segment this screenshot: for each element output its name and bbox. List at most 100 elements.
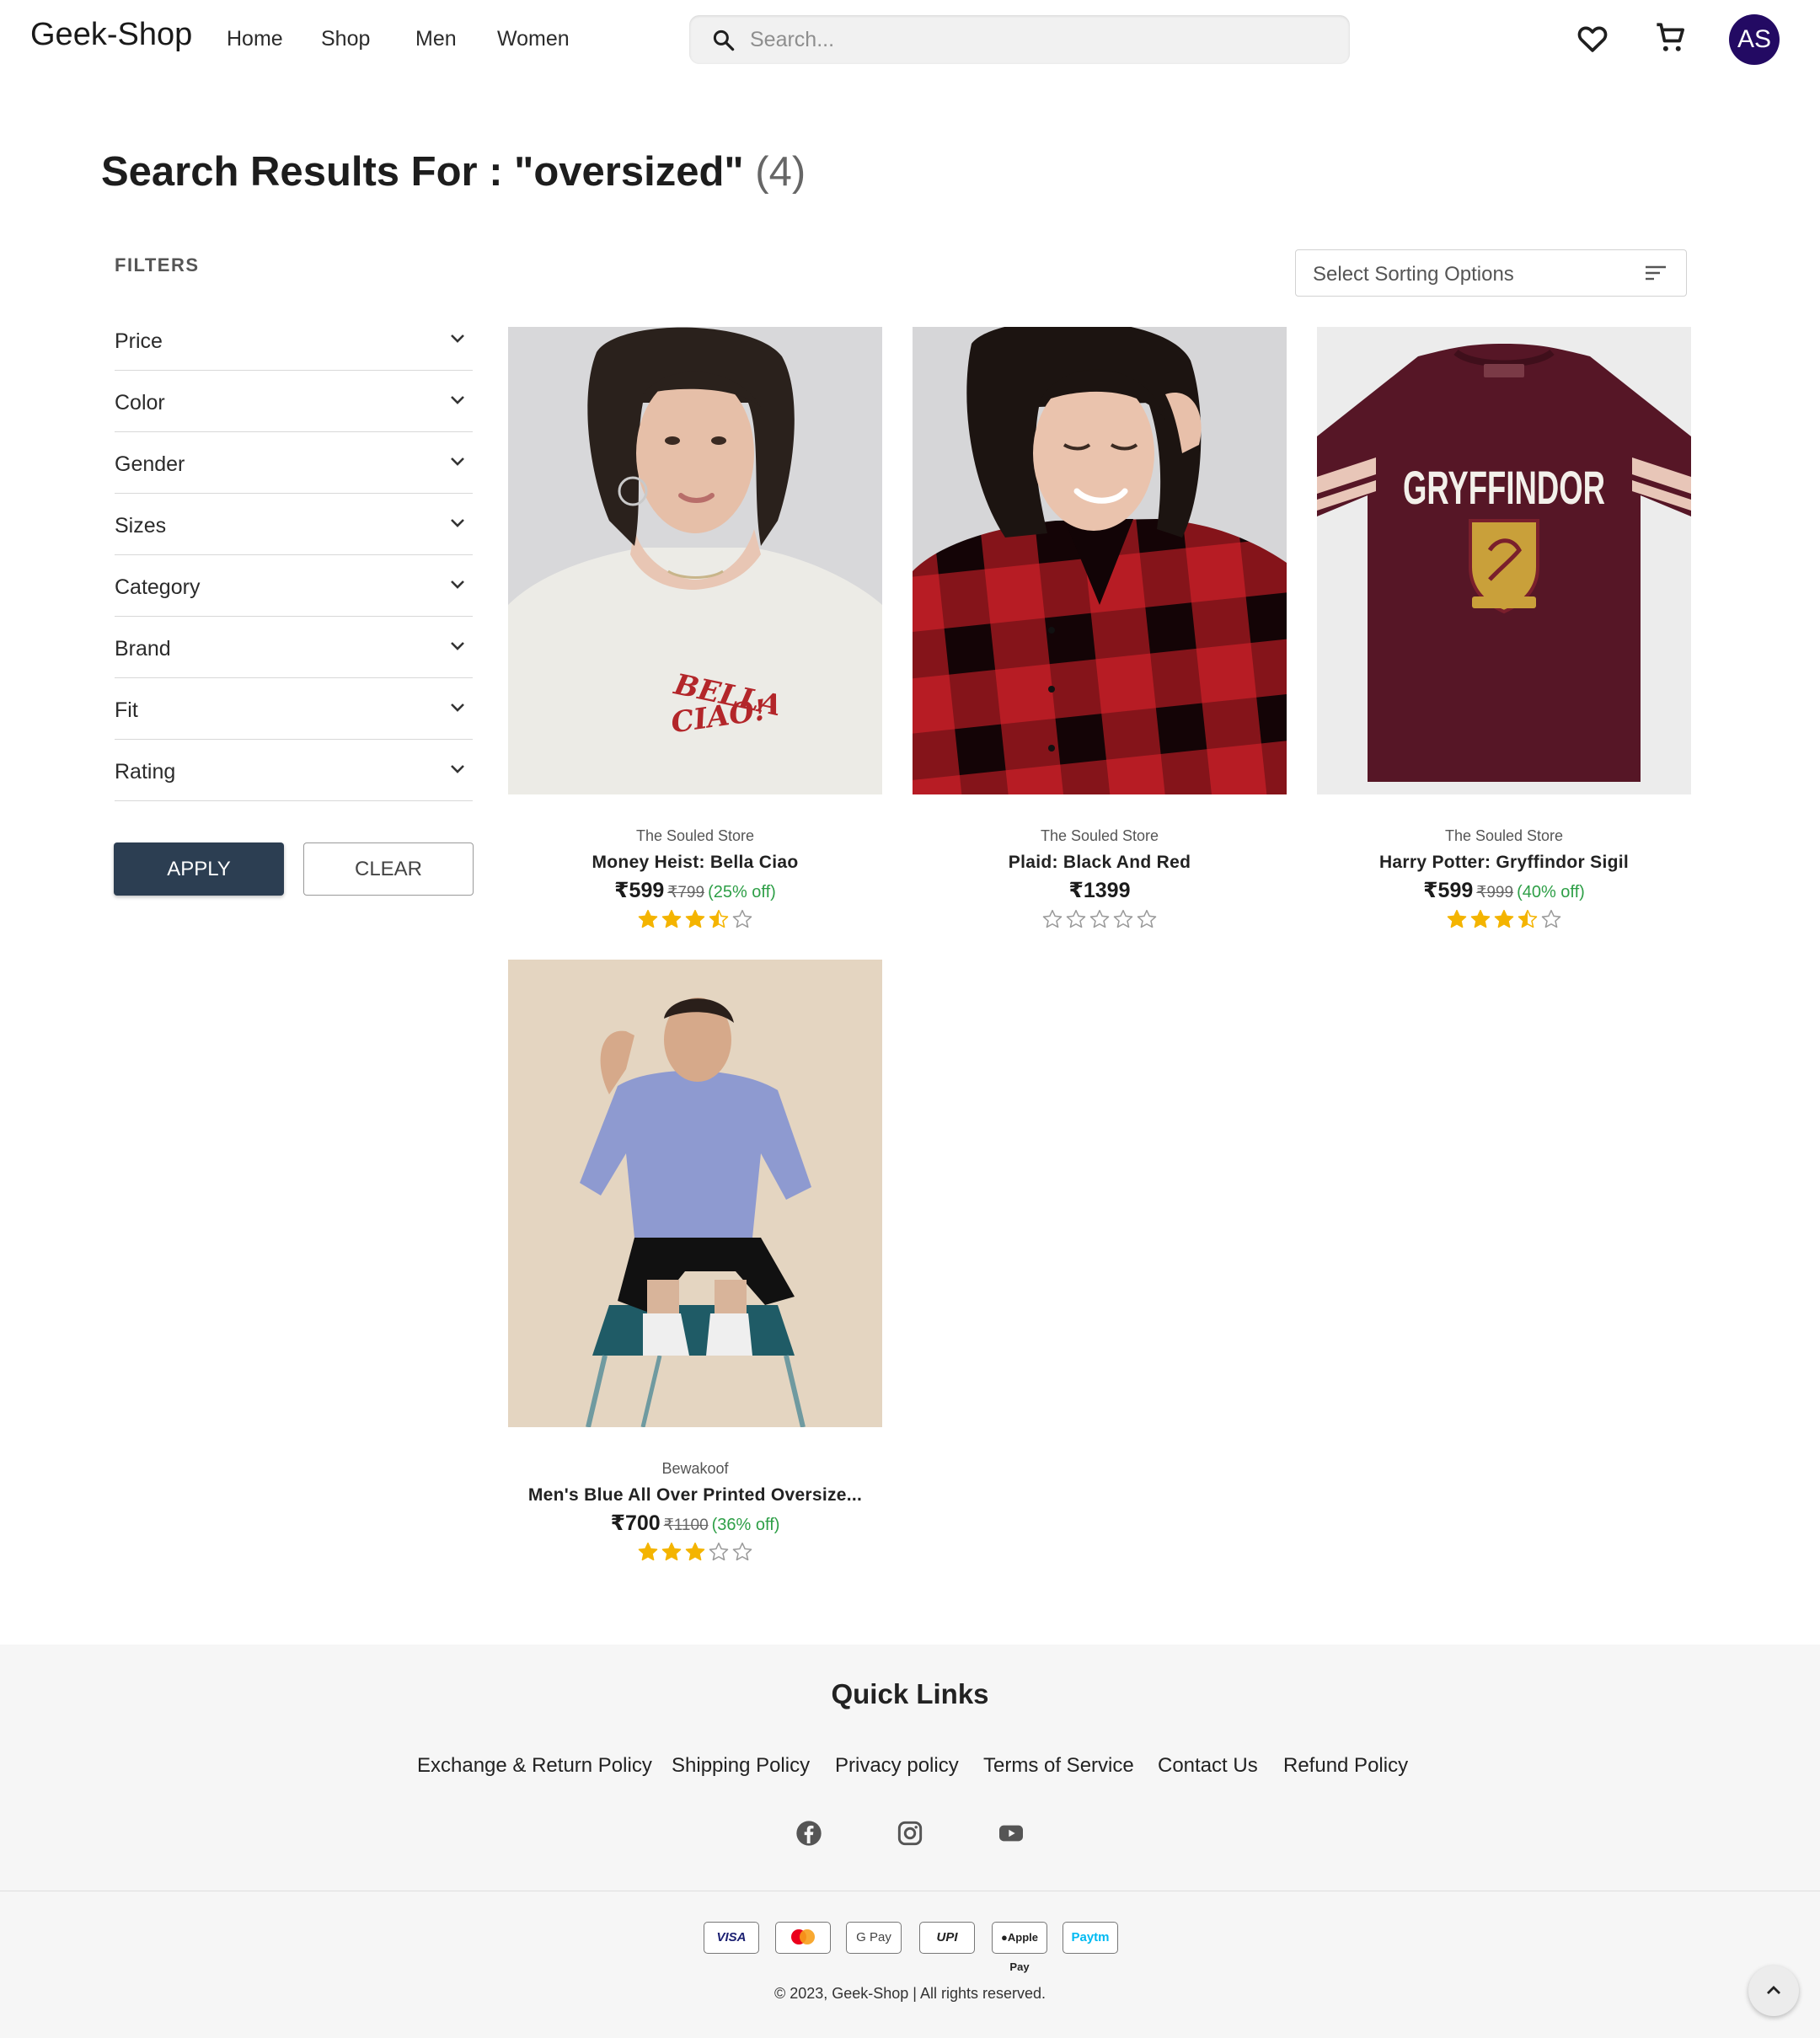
star-icon [638,1542,658,1561]
nav-men[interactable]: Men [415,27,457,51]
product-card[interactable]: GRYFFINDOR The Souled Store Harry Potter… [1317,327,1691,950]
chevron-down-icon [451,334,464,343]
youtube-icon[interactable] [998,1820,1025,1851]
star-icon [1066,909,1086,928]
visa-icon: VISA [704,1922,759,1954]
apply-filters-button[interactable]: APPLY [114,842,284,896]
sort-select[interactable]: Select Sorting Options [1295,249,1687,297]
price-line: ₹599 ₹999 (40% off) [1317,878,1691,903]
star-icon [1042,909,1063,928]
star-icon [685,1542,705,1561]
product-brand: The Souled Store [635,827,755,844]
cart-icon[interactable] [1653,20,1689,60]
link-privacy-policy[interactable]: Privacy policy [835,1754,959,1778]
product-image[interactable]: BELLA CIAO! [508,327,882,794]
link-shipping-policy[interactable]: Shipping Policy [672,1754,810,1778]
price-line: ₹700 ₹1100 (36% off) [508,1511,882,1536]
mastercard-icon [775,1922,831,1954]
filter-label: Brand [115,637,171,661]
visa-label: VISA [716,1930,747,1944]
filter-rating[interactable]: Rating [115,740,473,801]
product-brand: Bewakoof [661,1460,729,1477]
product-image[interactable]: GRYFFINDOR [1317,327,1691,794]
results-count: (4) [755,149,806,195]
page-title: Search Results For : "oversized" (4) [101,148,806,195]
product-image[interactable] [508,960,882,1427]
filter-label: Price [115,329,163,353]
star-icon [732,1542,752,1561]
chevron-up-icon [1767,1986,1780,1994]
star-rating [508,908,882,934]
filter-category[interactable]: Category [115,555,473,617]
price-line: ₹599 ₹799 (25% off) [508,878,882,903]
filter-label: Sizes [115,514,167,538]
link-refund-policy[interactable]: Refund Policy [1283,1754,1408,1778]
star-icon [709,1542,729,1561]
applepay-label: Apple Pay [1007,1931,1038,1973]
product-brand: The Souled Store [1040,827,1159,844]
star-icon [661,909,682,928]
nav-home[interactable]: Home [227,27,283,51]
apple-pay-icon: ●Apple Pay [992,1922,1047,1973]
product-card[interactable]: Bewakoof Men's Blue All Over Printed Ove… [508,960,882,1583]
copyright-text: © 2023, Geek-Shop | All rights reserved. [774,1985,1046,2002]
product-mrp: ₹799 [667,884,705,901]
star-icon [709,909,729,928]
star-icon [685,909,705,928]
site-logo[interactable]: Geek-Shop [30,17,192,53]
product-mrp: ₹999 [1476,884,1514,901]
filter-label: Category [115,575,201,599]
paytm-icon: Paytm [1063,1922,1118,1954]
nav-shop[interactable]: Shop [321,27,370,51]
product-name[interactable]: Harry Potter: Gryffindor Sigil [1317,853,1691,873]
gpay-label: G Pay [856,1930,891,1944]
product-discount: (40% off) [1517,883,1585,901]
product-name[interactable]: Plaid: Black And Red [913,853,1287,873]
filter-label: Color [115,391,165,415]
star-icon [1518,909,1538,928]
product-discount: (36% off) [711,1516,780,1534]
star-icon [1113,909,1133,928]
link-exchange-return-policy[interactable]: Exchange & Return Policy [417,1754,652,1778]
filter-price[interactable]: Price [115,309,473,371]
search-input[interactable] [750,22,1331,57]
chevron-down-icon [451,457,464,466]
filter-label: Fit [115,698,138,722]
product-price: ₹700 [610,1511,661,1535]
google-pay-icon: G Pay [846,1922,902,1954]
sort-icon [1646,265,1666,281]
star-rating [508,1541,882,1567]
clear-filters-button[interactable]: CLEAR [303,842,474,896]
search-results-heading: Search Results For : "oversized" [101,149,744,195]
star-icon [638,909,658,928]
facebook-icon[interactable] [795,1820,822,1851]
filter-fit[interactable]: Fit [115,678,473,740]
filter-brand[interactable]: Brand [115,617,473,678]
filter-color[interactable]: Color [115,371,473,432]
search-icon [713,29,735,51]
link-terms-of-service[interactable]: Terms of Service [983,1754,1134,1778]
filter-label: Rating [115,760,176,784]
star-rating [1317,908,1691,934]
product-card[interactable]: The Souled Store Plaid: Black And Red ₹1… [913,327,1287,950]
filter-label: Gender [115,452,185,476]
star-icon [1447,909,1467,928]
user-avatar[interactable]: AS [1729,14,1780,65]
product-mrp: ₹1100 [663,1516,709,1534]
star-icon [1494,909,1514,928]
filter-gender[interactable]: Gender [115,432,473,494]
product-image[interactable] [913,327,1287,794]
quick-links-heading: Quick Links [831,1678,989,1709]
product-card[interactable]: BELLA CIAO! The Souled Store Money Heist… [508,327,882,950]
filter-sizes[interactable]: Sizes [115,494,473,555]
price-line: ₹1399 [913,878,1287,903]
product-name[interactable]: Money Heist: Bella Ciao [508,853,882,873]
link-contact-us[interactable]: Contact Us [1158,1754,1258,1778]
upi-label: UPI [936,1930,958,1944]
product-price: ₹1399 [1068,879,1131,902]
nav-women[interactable]: Women [497,27,570,51]
product-name[interactable]: Men's Blue All Over Printed Oversize... [508,1485,882,1506]
scroll-to-top-button[interactable] [1748,1966,1799,2016]
wishlist-heart-icon[interactable] [1575,20,1610,60]
instagram-icon[interactable] [897,1820,923,1851]
